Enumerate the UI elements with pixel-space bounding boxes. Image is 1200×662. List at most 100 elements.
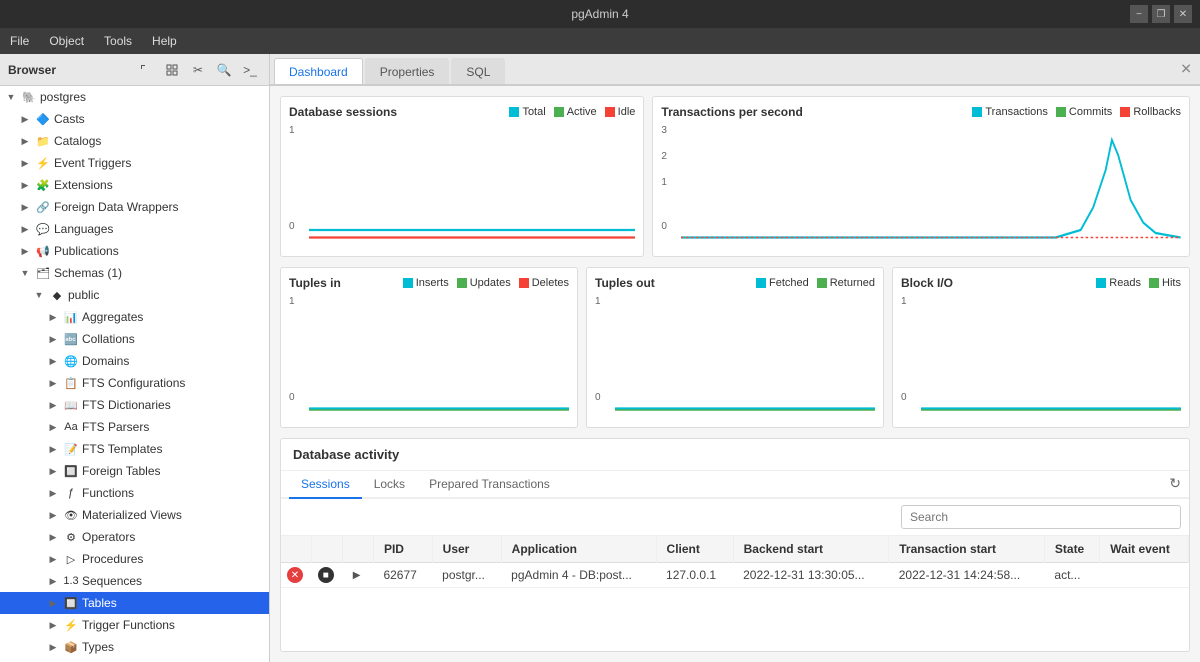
tree-toggle-schemas[interactable]: ▼ [18,266,32,280]
activity-table: PID User Application Client Backend star… [281,536,1189,588]
tree-item-sequences[interactable]: ▶1.3Sequences [0,570,269,592]
tree-toggle-postgres[interactable]: ▼ [4,90,18,104]
tree-toggle-aggregates[interactable]: ▶ [46,310,60,324]
tree-toggle-foreign-tables[interactable]: ▶ [46,464,60,478]
tree-item-tables[interactable]: ▶🔲Tables [0,592,269,614]
browser-tree[interactable]: ▼🐘postgres▶🔷Casts▶📁Catalogs▶⚡Event Trigg… [0,86,269,662]
chart-db-sessions-area: 1 0 [289,125,635,248]
restore-button[interactable]: ❐ [1152,5,1170,23]
tree-toggle-catalogs[interactable]: ▶ [18,134,32,148]
tuples-in-svg [309,296,569,416]
menu-help[interactable]: Help [142,28,187,54]
tree-icon-event-triggers: ⚡ [35,155,51,171]
tree-toggle-fts-parsers[interactable]: ▶ [46,420,60,434]
tree-toggle-extensions[interactable]: ▶ [18,178,32,192]
tree-toggle-event-triggers[interactable]: ▶ [18,156,32,170]
search-input[interactable] [901,505,1181,529]
browser-btn-refresh[interactable] [135,59,157,81]
tree-toggle-collations[interactable]: ▶ [46,332,60,346]
tree-item-operators[interactable]: ▶⚙Operators [0,526,269,548]
row-stop-btn-cell[interactable]: ■ [312,563,343,588]
activity-tab-locks[interactable]: Locks [362,471,417,499]
tree-item-casts[interactable]: ▶🔷Casts [0,108,269,130]
tree-toggle-casts[interactable]: ▶ [18,112,32,126]
tree-item-aggregates[interactable]: ▶📊Aggregates [0,306,269,328]
tree-icon-aggregates: 📊 [63,309,79,325]
chart-tuples-out-header: Tuples out Fetched Returned [595,276,875,290]
menu-object[interactable]: Object [39,28,94,54]
tree-toggle-languages[interactable]: ▶ [18,222,32,236]
browser-btn-grid[interactable] [161,59,183,81]
tab-sql[interactable]: SQL [451,58,505,84]
tree-item-foreign-tables[interactable]: ▶🔲Foreign Tables [0,460,269,482]
tree-item-functions[interactable]: ▶ƒFunctions [0,482,269,504]
tree-toggle-fts-dictionaries[interactable]: ▶ [46,398,60,412]
tree-item-public[interactable]: ▼◆public [0,284,269,306]
close-button[interactable]: ✕ [1174,5,1192,23]
browser-btn-terminal[interactable]: >_ [239,59,261,81]
activity-refresh-button[interactable]: ↻ [1169,475,1181,492]
tree-item-foreign-data-wrappers[interactable]: ▶🔗Foreign Data Wrappers [0,196,269,218]
tab-close-button[interactable]: ✕ [1180,61,1192,78]
tree-toggle-fts-templates[interactable]: ▶ [46,442,60,456]
tree-item-materialized-views[interactable]: ▶👁Materialized Views [0,504,269,526]
stop-query-button[interactable]: ■ [318,567,334,583]
chart-tuples-out: Tuples out Fetched Returned [586,267,884,428]
tree-toggle-functions[interactable]: ▶ [46,486,60,500]
tree-item-collations[interactable]: ▶🔤Collations [0,328,269,350]
tree-toggle-procedures[interactable]: ▶ [46,552,60,566]
tree-toggle-public[interactable]: ▼ [32,288,46,302]
tab-properties[interactable]: Properties [365,58,450,84]
tree-toggle-materialized-views[interactable]: ▶ [46,508,60,522]
col-stop [312,536,343,563]
tree-toggle-tables[interactable]: ▶ [46,596,60,610]
tree-toggle-operators[interactable]: ▶ [46,530,60,544]
tree-item-publications[interactable]: ▶📢Publications [0,240,269,262]
chart-tuples-in-legend: Inserts Updates Deletes [403,277,569,289]
tree-item-fts-configurations[interactable]: ▶📋FTS Configurations [0,372,269,394]
activity-tab-prepared[interactable]: Prepared Transactions [417,471,562,499]
activity-tab-sessions[interactable]: Sessions [289,471,362,499]
row-expand-btn-cell[interactable]: ▶ [343,563,374,588]
tree-item-domains[interactable]: ▶🌐Domains [0,350,269,372]
tree-toggle-sequences[interactable]: ▶ [46,574,60,588]
ti-y0: 0 [289,392,295,403]
expand-row-button[interactable]: ▶ [349,567,365,583]
tree-item-catalogs[interactable]: ▶📁Catalogs [0,130,269,152]
legend-idle-label: Idle [618,106,636,118]
tree-item-fts-templates[interactable]: ▶📝FTS Templates [0,438,269,460]
tree-item-fts-dictionaries[interactable]: ▶📖FTS Dictionaries [0,394,269,416]
tree-item-languages[interactable]: ▶💬Languages [0,218,269,240]
menu-tools[interactable]: Tools [94,28,142,54]
cancel-query-button[interactable]: ✕ [287,567,303,583]
chart-block-io-area: 1 0 [901,296,1181,419]
tree-toggle-domains[interactable]: ▶ [46,354,60,368]
chart-transactions-title: Transactions per second [661,105,802,119]
tree-item-postgres[interactable]: ▼🐘postgres [0,86,269,108]
tree-toggle-fts-configurations[interactable]: ▶ [46,376,60,390]
y-label-2: 2 [661,151,667,162]
tree-icon-languages: 💬 [35,221,51,237]
tab-dashboard[interactable]: Dashboard [274,58,363,84]
row-cancel-btn[interactable]: ✕ [281,563,312,588]
tree-toggle-publications[interactable]: ▶ [18,244,32,258]
tree-toggle-trigger-functions[interactable]: ▶ [46,618,60,632]
tree-item-procedures[interactable]: ▶▷Procedures [0,548,269,570]
tree-label-trigger-functions: Trigger Functions [82,618,265,632]
browser-btn-cut[interactable]: ✂ [187,59,209,81]
minimize-button[interactable]: − [1130,5,1148,23]
browser-btn-search[interactable]: 🔍 [213,59,235,81]
tree-item-schemas[interactable]: ▼🗂Schemas (1) [0,262,269,284]
tree-toggle-foreign-data-wrappers[interactable]: ▶ [18,200,32,214]
tree-item-types[interactable]: ▶📦Types [0,636,269,658]
tree-item-views[interactable]: ▶👁Views [0,658,269,662]
tree-toggle-types[interactable]: ▶ [46,640,60,654]
tree-item-fts-parsers[interactable]: ▶AaFTS Parsers [0,416,269,438]
col-backend-start: Backend start [733,536,889,563]
tree-icon-procedures: ▷ [63,551,79,567]
tree-item-extensions[interactable]: ▶🧩Extensions [0,174,269,196]
menu-file[interactable]: File [0,28,39,54]
tree-item-event-triggers[interactable]: ▶⚡Event Triggers [0,152,269,174]
tree-item-trigger-functions[interactable]: ▶⚡Trigger Functions [0,614,269,636]
row-cell-5: 2022-12-31 14:24:58... [889,563,1045,588]
